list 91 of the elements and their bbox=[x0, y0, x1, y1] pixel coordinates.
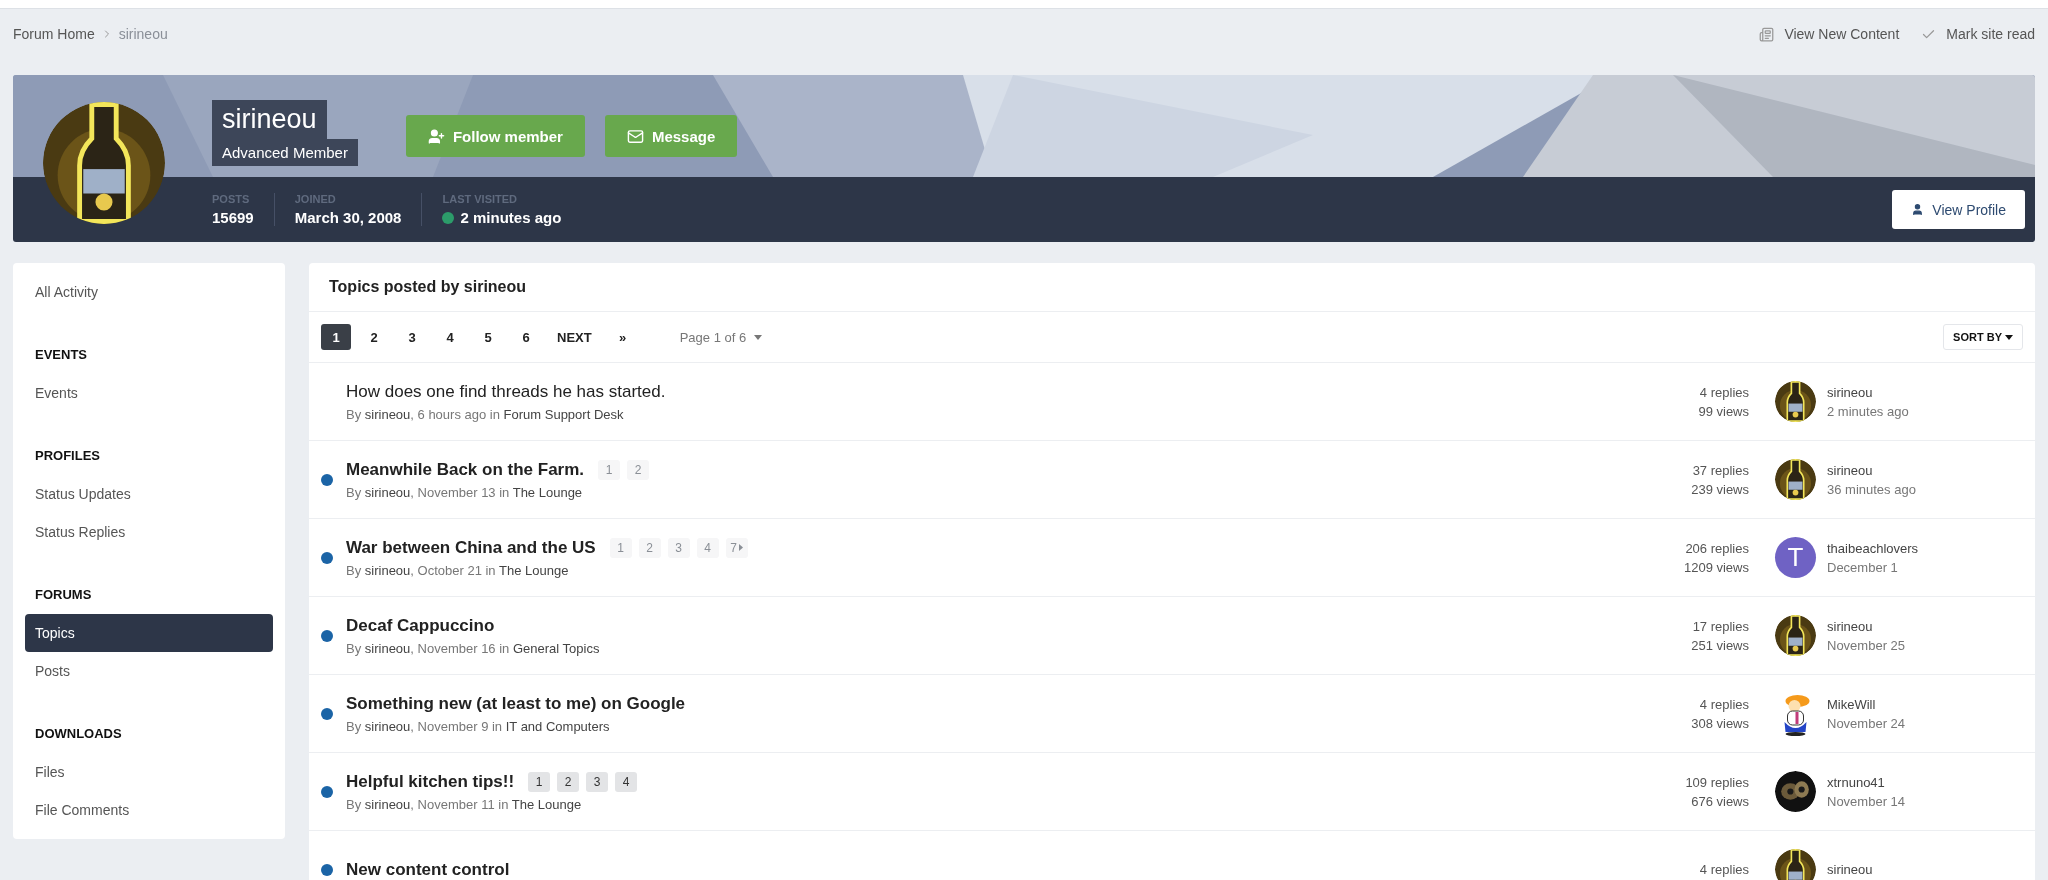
caret-icon bbox=[2005, 334, 2013, 340]
forum-link[interactable]: Forum Support Desk bbox=[503, 406, 624, 422]
view-profile-button[interactable]: View Profile bbox=[1892, 190, 2025, 229]
page-link[interactable]: 4 bbox=[435, 324, 465, 350]
page-link[interactable]: 6 bbox=[511, 324, 541, 350]
last-post-date: November 25 bbox=[1827, 637, 1906, 653]
reply-count: 37 replies bbox=[1692, 462, 1749, 478]
reply-count: 206 replies bbox=[1685, 540, 1749, 556]
forum-link[interactable]: The Lounge bbox=[499, 562, 569, 578]
last-poster-link[interactable]: sirineou bbox=[1827, 862, 1873, 877]
view-count: 676 views bbox=[1691, 793, 1749, 809]
sidebar-heading: DOWNLOADS bbox=[34, 726, 123, 741]
sidebar-item[interactable]: Files bbox=[25, 753, 273, 791]
reply-count: 109 replies bbox=[1685, 774, 1749, 790]
topic-title[interactable]: New content control bbox=[346, 859, 510, 880]
letter-avatar: T bbox=[1775, 537, 1816, 578]
last-poster-link[interactable]: MikeWill bbox=[1827, 696, 1906, 712]
member-name: sirineou bbox=[212, 100, 327, 139]
last-post-date: 2 minutes ago bbox=[1827, 403, 1909, 419]
forum-link[interactable]: The Lounge bbox=[512, 484, 583, 500]
reply-count: 17 replies bbox=[1692, 618, 1749, 634]
user-icon bbox=[1911, 203, 1925, 216]
page-link[interactable]: 2 bbox=[359, 324, 389, 350]
page-chip[interactable]: 1 bbox=[528, 771, 551, 792]
last-post-date: December 1 bbox=[1827, 559, 1899, 575]
page-link[interactable]: 5 bbox=[473, 324, 503, 350]
last-page-link[interactable]: » bbox=[607, 324, 638, 350]
topic-meta: By sirineou, November 9 in IT and Computers bbox=[346, 718, 611, 734]
user-plus-icon bbox=[427, 127, 445, 145]
topic-meta: By sirineou, November 16 in General Topics bbox=[346, 640, 601, 656]
last-post-date: 36 minutes ago bbox=[1827, 481, 1916, 497]
stat-value: 15699 bbox=[212, 209, 254, 226]
caret-right-icon bbox=[739, 544, 744, 551]
header-link-label: Mark site read bbox=[1946, 26, 2035, 42]
page-chip[interactable]: 3 bbox=[586, 771, 609, 792]
panel-title: Topics posted by sirineou bbox=[309, 263, 2035, 312]
page-chip[interactable]: 2 bbox=[557, 771, 580, 792]
topic-title[interactable]: How does one find threads he has started. bbox=[346, 381, 666, 402]
newspaper-icon bbox=[1759, 26, 1775, 42]
page-jump-button[interactable]: Page 1 of 6 bbox=[673, 328, 769, 346]
stat-value: March 30, 2008 bbox=[294, 209, 402, 226]
view-count: 308 views bbox=[1691, 715, 1749, 731]
sidebar-heading: EVENTS bbox=[34, 347, 88, 362]
topic-meta: By sirineou, 6 hours ago in Forum Support Desk bbox=[346, 406, 625, 422]
last-poster-link[interactable]: xtrnuno41 bbox=[1827, 774, 1906, 790]
forum-link[interactable]: General Topics bbox=[512, 640, 600, 656]
stat-value: 2 minutes ago bbox=[460, 209, 562, 226]
topic-meta: By sirineou, November 11 in The Lounge bbox=[346, 796, 583, 812]
reply-count: 4 replies bbox=[1699, 384, 1749, 400]
view-count: 251 views bbox=[1691, 637, 1749, 653]
caret-icon bbox=[754, 334, 763, 340]
sidebar-item[interactable]: Status Updates bbox=[25, 475, 273, 513]
topic-title[interactable]: War between China and the US bbox=[346, 537, 596, 558]
sidebar-item[interactable]: Topics bbox=[25, 614, 273, 652]
breadcrumb-link[interactable]: Forum Home bbox=[13, 26, 95, 42]
sidebar-item[interactable]: Posts bbox=[25, 652, 273, 690]
last-poster-link[interactable]: sirineou bbox=[1827, 618, 1906, 634]
sort-button[interactable]: SORT BY bbox=[1943, 324, 2023, 350]
topic-meta: By sirineou, November 13 in The Lounge bbox=[346, 484, 584, 500]
last-post-date: November 24 bbox=[1827, 715, 1906, 731]
reply-count: 4 replies bbox=[1699, 696, 1749, 712]
next-link[interactable]: NEXT bbox=[549, 324, 600, 350]
topic-title[interactable]: Decaf Cappuccino bbox=[346, 615, 495, 636]
forum-link[interactable]: The Lounge bbox=[511, 796, 582, 812]
view-count: 99 views bbox=[1698, 403, 1749, 419]
page-chip[interactable]: 4 bbox=[615, 771, 638, 792]
last-poster-link[interactable]: thaibeachlovers bbox=[1827, 540, 1919, 556]
sidebar-item[interactable]: Status Replies bbox=[25, 513, 273, 551]
forum-link[interactable]: IT and Computers bbox=[505, 718, 610, 734]
topic-title[interactable]: Meanwhile Back on the Farm. bbox=[346, 459, 585, 480]
header-link-label: View New Content bbox=[1784, 26, 1900, 42]
reply-count: 4 replies bbox=[1699, 862, 1749, 877]
view-count: 1209 views bbox=[1683, 559, 1749, 575]
member-rank: Advanced Member bbox=[212, 139, 358, 166]
page-link[interactable]: 1 bbox=[321, 324, 351, 350]
topic-title[interactable]: Helpful kitchen tips!! bbox=[346, 771, 515, 792]
page-link[interactable]: 3 bbox=[397, 324, 427, 350]
topic-meta: By sirineou, October 21 in The Lounge bbox=[346, 562, 570, 578]
sidebar-heading: PROFILES bbox=[34, 448, 101, 463]
sidebar-item[interactable]: All Activity bbox=[25, 273, 273, 311]
mail-icon bbox=[626, 127, 644, 145]
view-count: 239 views bbox=[1691, 481, 1749, 497]
last-poster-link[interactable]: sirineou bbox=[1827, 462, 1916, 478]
last-post-date: November 14 bbox=[1827, 793, 1906, 809]
sidebar-heading: FORUMS bbox=[34, 587, 93, 602]
last-poster-link[interactable]: sirineou bbox=[1827, 384, 1909, 400]
sidebar-item[interactable]: File Comments bbox=[25, 791, 273, 829]
header-link[interactable]: View New Content bbox=[1759, 26, 1900, 42]
topic-title[interactable]: Something new (at least to me) on Google bbox=[346, 693, 686, 714]
sidebar-item[interactable]: Events bbox=[25, 374, 273, 412]
header-link[interactable]: Mark site read bbox=[1921, 26, 2035, 42]
